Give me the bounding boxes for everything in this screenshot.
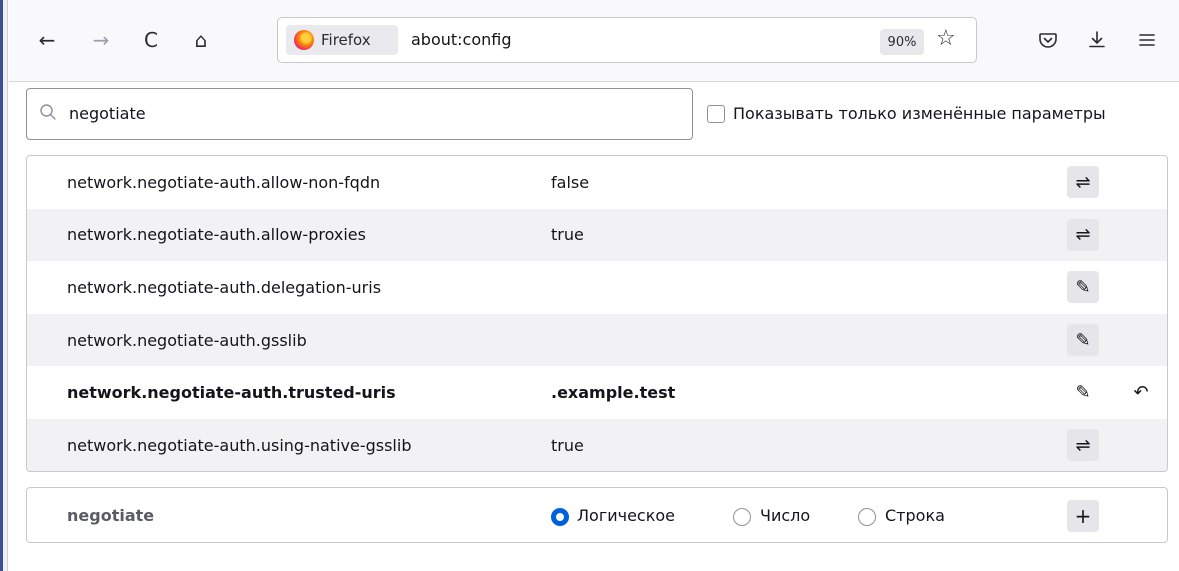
show-modified-label[interactable]: Показывать только изменённые параметры [733,104,1106,123]
pref-value: true [551,435,584,455]
pref-row: network.negotiate-auth.gsslib ✎ [27,313,1167,367]
add-pref-row: negotiate Логическое Число Строка + [26,487,1168,543]
hamburger-menu-icon [1139,34,1155,46]
search-input[interactable]: negotiate [26,88,693,140]
pref-value: true [551,225,584,245]
back-arrow-icon: ← [38,28,56,52]
type-boolean-radio[interactable] [551,508,569,526]
pocket-icon [1039,33,1057,48]
toggle-button[interactable]: ⇌ [1067,166,1099,199]
undo-icon: ↶ [1133,382,1149,404]
pref-row: network.negotiate-auth.allow-non-fqdn fa… [27,156,1167,209]
address-bar[interactable]: Firefox about:config 90% ☆ [277,17,977,63]
show-modified-checkbox[interactable] [707,105,725,123]
app-menu-button[interactable] [1131,24,1163,56]
pref-name: network.negotiate-auth.gsslib [67,330,307,350]
pref-name: network.negotiate-auth.allow-non-fqdn [67,172,381,192]
add-button[interactable]: + [1067,500,1099,532]
forward-button[interactable]: → [85,24,117,56]
toggle-icon: ⇌ [1075,224,1091,246]
home-button[interactable]: ⌂ [185,24,217,56]
pencil-icon: ✎ [1075,329,1091,351]
new-pref-name: negotiate [67,506,155,525]
edit-button[interactable]: ✎ [1067,271,1099,304]
type-string-label[interactable]: Строка [885,506,945,525]
pref-name: network.negotiate-auth.trusted-uris [67,383,396,403]
type-boolean-label[interactable]: Логическое [577,506,675,525]
reset-button[interactable]: ↶ [1125,377,1157,409]
download-icon [1089,31,1105,48]
type-string-radio[interactable] [858,508,876,526]
forward-arrow-icon: → [92,28,110,52]
back-button[interactable]: ← [31,24,63,56]
edit-button[interactable]: ✎ [1067,377,1099,409]
home-icon: ⌂ [194,28,208,52]
pref-row: network.negotiate-auth.allow-proxies tru… [27,208,1167,262]
pref-name: network.negotiate-auth.delegation-uris [67,277,382,297]
toggle-button[interactable]: ⇌ [1067,429,1099,462]
pref-row-modified: network.negotiate-auth.trusted-uris .exa… [27,366,1167,419]
search-value: negotiate [69,104,146,123]
identity-box[interactable]: Firefox [286,25,398,55]
pref-name: network.negotiate-auth.allow-proxies [67,225,366,245]
reload-icon: C [144,28,158,52]
firefox-logo-icon [294,30,314,50]
browser-toolbar: ← → C ⌂ Firefox about:config 90% ☆ [9,0,1179,82]
type-number-label[interactable]: Число [760,506,810,525]
toggle-button[interactable]: ⇌ [1067,218,1099,251]
toggle-icon: ⇌ [1075,171,1091,193]
window-border [3,0,8,571]
zoom-reset-button[interactable]: 90% [880,29,924,55]
pref-row: network.negotiate-auth.using-native-gssl… [27,418,1167,471]
pref-value: .example.test [551,383,676,403]
toggle-icon: ⇌ [1075,434,1091,456]
pref-row: network.negotiate-auth.delegation-uris ✎ [27,261,1167,314]
pref-value: false [551,172,590,192]
reload-button[interactable]: C [135,24,167,56]
type-number-radio[interactable] [733,508,751,526]
pref-name: network.negotiate-auth.using-native-gssl… [67,435,412,455]
pocket-button[interactable] [1032,24,1064,56]
edit-button[interactable]: ✎ [1067,324,1099,357]
bookmark-star-icon[interactable]: ☆ [936,26,956,51]
identity-label: Firefox [321,31,371,49]
search-icon [40,104,56,120]
pencil-icon: ✎ [1075,276,1091,298]
url-text[interactable]: about:config [411,30,512,49]
zoom-level: 90% [887,34,917,50]
downloads-button[interactable] [1081,24,1113,56]
pencil-icon: ✎ [1075,382,1091,404]
plus-icon: + [1074,504,1092,528]
preferences-table: network.negotiate-auth.allow-non-fqdn fa… [26,155,1168,472]
